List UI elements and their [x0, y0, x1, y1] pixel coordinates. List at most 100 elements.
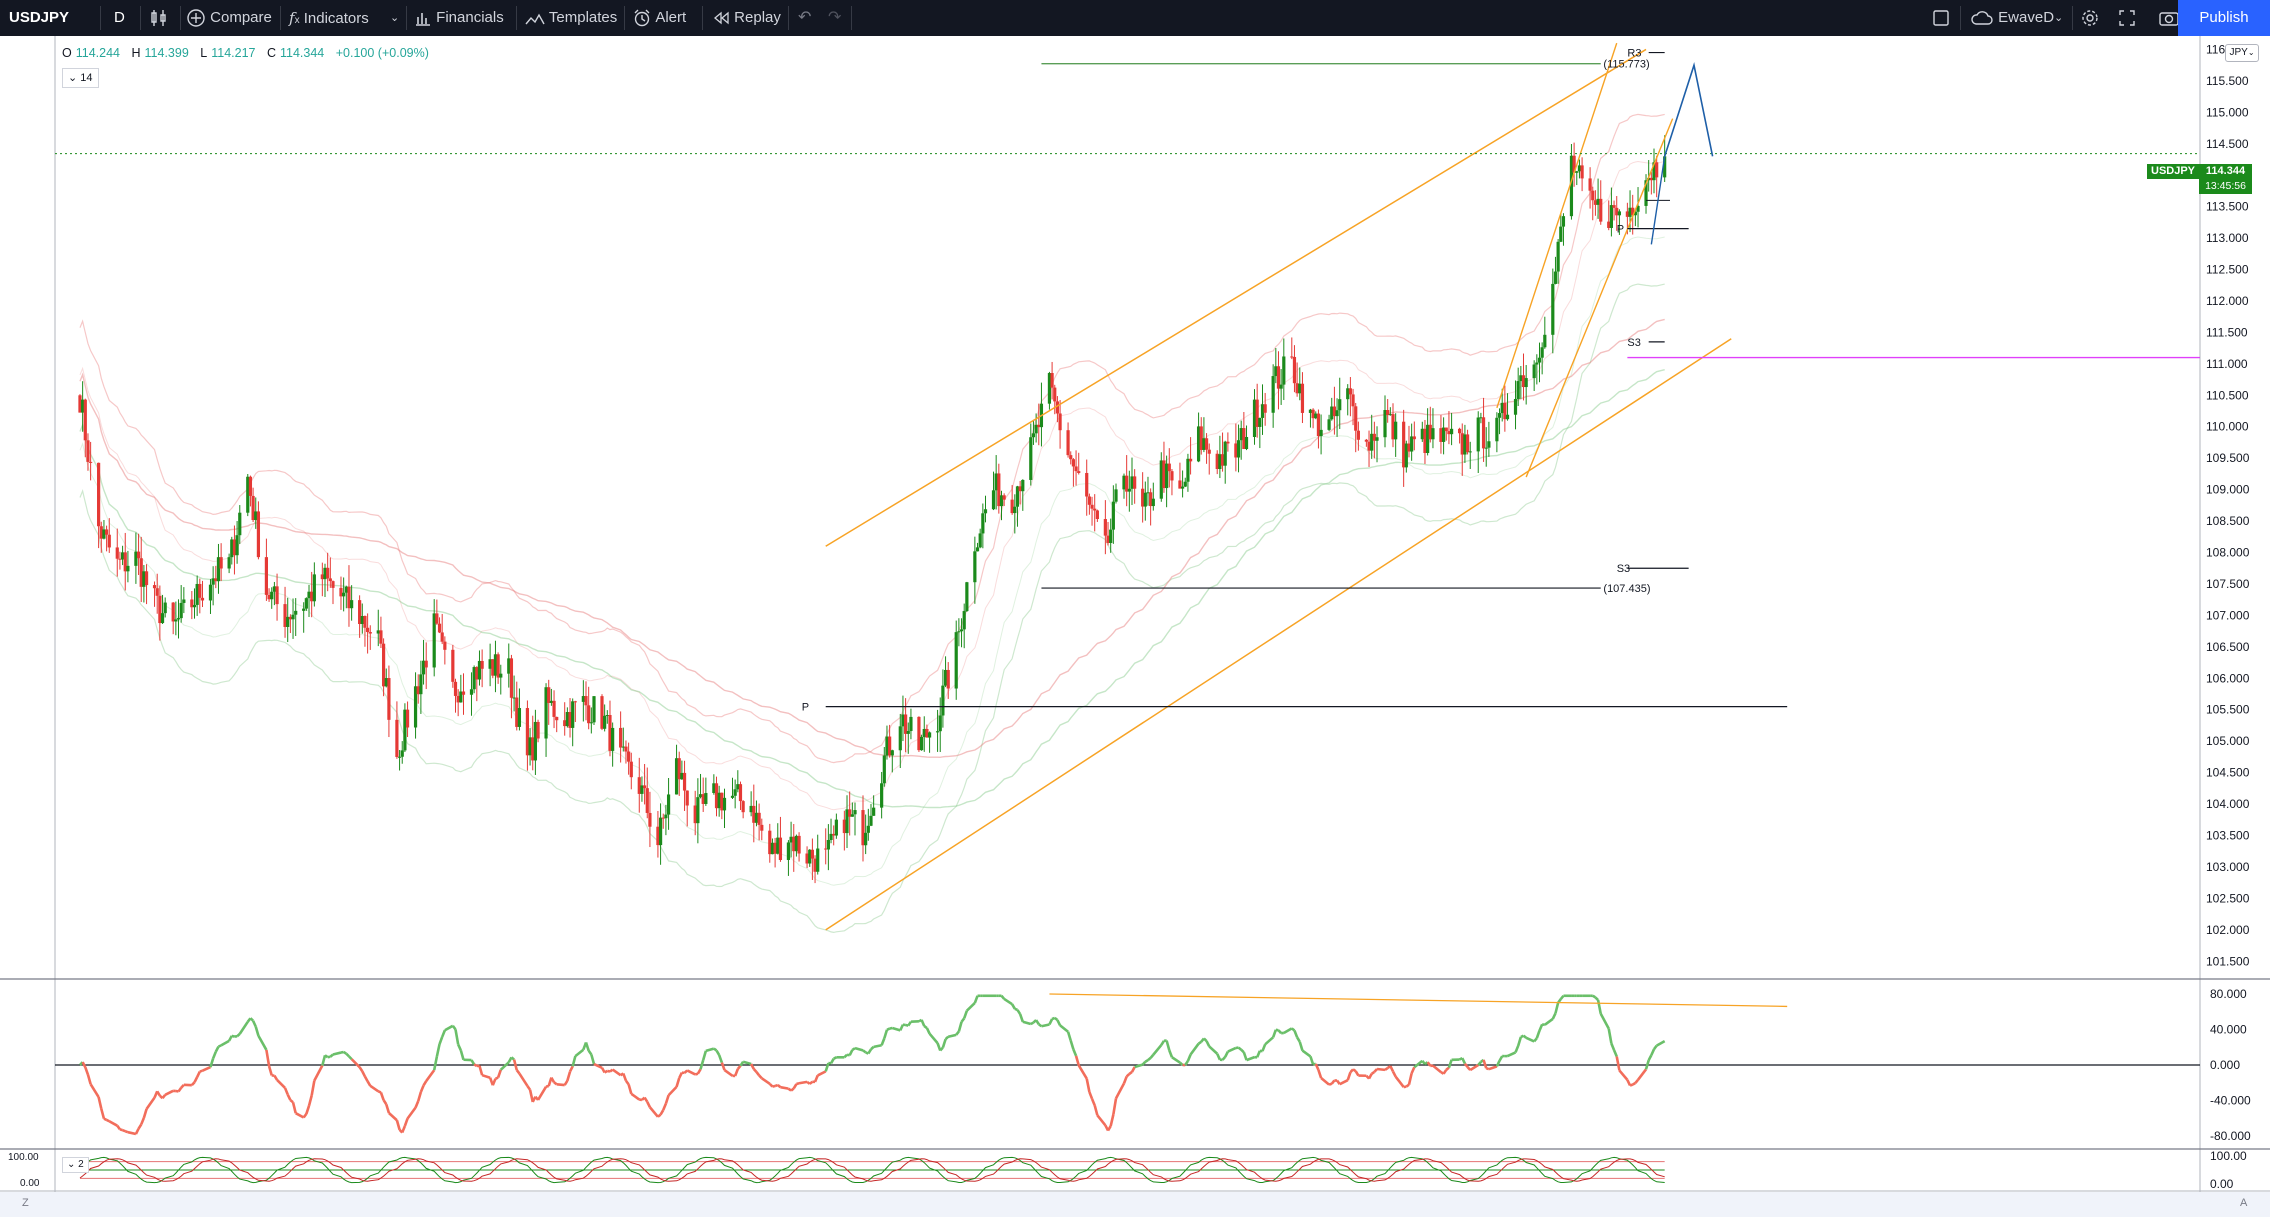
candle-body — [1236, 440, 1241, 458]
rsi-segment — [127, 1130, 137, 1136]
candle-body — [826, 840, 830, 850]
candle-body — [160, 613, 165, 624]
rsi-segment — [231, 1034, 235, 1038]
alarm-clock-icon — [634, 9, 650, 27]
alert-button[interactable]: Alert — [632, 0, 686, 36]
candle-body — [1476, 417, 1480, 452]
function-x-icon: x — [294, 15, 300, 26]
rsi-segment — [122, 1128, 126, 1133]
candle-body — [1431, 428, 1435, 440]
financials-button[interactable]: Financials — [414, 0, 504, 36]
last-price-tag: 114.344 — [2199, 164, 2252, 179]
rsi-segment — [886, 1027, 891, 1031]
candle-body — [176, 618, 181, 620]
candle-body — [171, 602, 175, 622]
auto-scale-toggle[interactable]: A — [2240, 1197, 2247, 1209]
candle-body — [685, 790, 689, 806]
s3-lower-label: S3 — [1617, 563, 1630, 575]
undo-icon[interactable]: ↶ — [798, 0, 811, 36]
price-tick: 113.500 — [2206, 200, 2249, 214]
candle-body — [592, 696, 596, 723]
candle-body — [816, 848, 820, 872]
candle-body — [1551, 283, 1555, 335]
candle-body — [1497, 413, 1502, 418]
replay-button[interactable]: Replay — [712, 0, 781, 36]
candle-body — [975, 547, 980, 552]
candle-body — [256, 511, 261, 558]
candle-body — [1282, 356, 1286, 385]
stoch-legend-toggle[interactable]: ⌄ 2 — [62, 1157, 89, 1173]
close-value: 114.344 — [280, 46, 325, 60]
rsi-segment — [851, 1047, 856, 1052]
price-tick: 107.000 — [2206, 608, 2250, 622]
chart-canvas[interactable]: (115.773) (107.435) P R3 P S3 S3 80.000 40.000 0… — [0, 36, 2270, 1192]
square-icon — [1933, 10, 1949, 26]
candle-body — [1412, 436, 1416, 440]
candle-body — [1327, 419, 1331, 430]
rsi-segment — [1197, 1040, 1202, 1045]
price-tick: 107.500 — [2206, 577, 2250, 591]
publish-button[interactable]: Publish — [2178, 0, 2270, 36]
rsi-segment — [1485, 1066, 1490, 1071]
stoch-param: 2 — [78, 1159, 84, 1170]
rsi-segment — [808, 1080, 814, 1085]
candle-body — [904, 714, 908, 734]
candle-body — [906, 731, 910, 734]
rsi-segment — [889, 1026, 893, 1030]
redo-icon[interactable]: ↷ — [828, 0, 841, 36]
rsi-segment — [545, 1084, 550, 1088]
fullscreen-button[interactable] — [2118, 0, 2136, 36]
candle-body — [536, 721, 540, 739]
chevron-down-icon[interactable]: ⌄ — [390, 0, 399, 36]
rsi-segment — [1632, 1081, 1637, 1086]
rsi-segment — [332, 1051, 342, 1056]
candle-body — [469, 689, 474, 695]
chevron-down-icon[interactable]: ⌄ — [2054, 0, 2063, 36]
candle-body — [1481, 417, 1486, 449]
candle-body — [1143, 492, 1147, 507]
snapshot-button[interactable] — [2158, 0, 2180, 36]
zoom-toggle-left[interactable]: Z — [22, 1197, 29, 1209]
chart-type-button[interactable] — [150, 0, 168, 36]
candle-body — [1444, 427, 1448, 432]
rsi-segment — [1592, 994, 1597, 999]
rsi-segment — [199, 1069, 203, 1073]
layout-button[interactable]: EwaveD — [1970, 0, 2054, 36]
candle-body — [1090, 504, 1094, 509]
candle-body — [499, 673, 503, 678]
candle-body — [927, 732, 932, 738]
indicators-button[interactable]: fx Indicators — [289, 0, 369, 36]
indicator-legend-toggle[interactable]: ⌄ 14 — [62, 68, 99, 88]
currency-selector[interactable]: JPY⌄ — [2225, 44, 2259, 62]
candle-body — [1338, 399, 1342, 411]
candle-body — [368, 632, 372, 634]
templates-button[interactable]: Templates — [525, 0, 617, 36]
price-tick: 115.000 — [2206, 105, 2249, 119]
candle-body — [872, 807, 876, 816]
candle-body — [1013, 506, 1017, 514]
candle-body — [1535, 362, 1539, 365]
compare-button[interactable]: Compare — [186, 0, 272, 36]
candle-body — [1069, 455, 1073, 460]
interval-button[interactable]: D — [114, 0, 125, 36]
candle-body — [155, 588, 159, 596]
change-value: +0.100 (+0.09%) — [335, 46, 429, 60]
gear-icon — [2082, 10, 2098, 26]
candle-body — [978, 533, 982, 548]
price-tick: 102.500 — [2206, 891, 2250, 905]
candle-body — [869, 815, 873, 826]
settings-button[interactable] — [2080, 0, 2100, 36]
symbol-search[interactable]: USDJPY — [9, 0, 69, 36]
candle-body — [866, 825, 870, 833]
rsi-segment — [494, 1076, 499, 1080]
fullscreen-select-button[interactable] — [1932, 0, 1950, 36]
candle-body — [1559, 226, 1563, 242]
candle-body — [1537, 357, 1542, 363]
toolbar-divider — [624, 6, 625, 30]
candle-body — [1553, 271, 1558, 284]
candle-body — [1053, 387, 1057, 402]
candle-body — [275, 586, 279, 605]
candle-body — [1356, 430, 1360, 440]
candle-body — [1348, 388, 1352, 395]
candle-body — [1449, 428, 1454, 435]
